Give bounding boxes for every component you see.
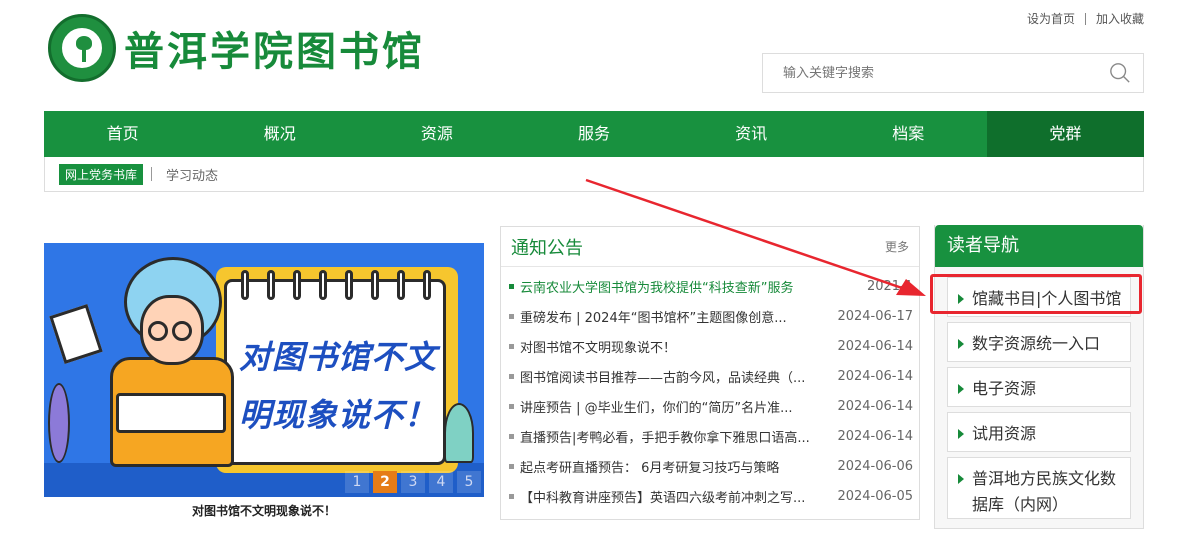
subnav-online-party-library[interactable]: 网上党务书库: [59, 163, 144, 185]
triangle-right-icon: [958, 339, 964, 349]
plant-illustration: [48, 383, 70, 463]
divider: [1084, 12, 1086, 25]
top-links: 设为首页 加入收藏: [1027, 10, 1144, 27]
notice-item[interactable]: 对图书馆不文明现象说不！ 2024-06-14: [501, 331, 919, 361]
site-logo[interactable]: 普洱学院图书馆: [48, 14, 425, 82]
paper-illustration: [49, 304, 103, 364]
bullet-icon: [509, 283, 514, 289]
bullet-icon: [509, 343, 514, 349]
slide-dot-2[interactable]: 2: [373, 471, 397, 493]
reader-nav-catalog[interactable]: 馆藏书目|个人图书馆: [947, 277, 1131, 317]
slide-dot-1[interactable]: 1: [345, 471, 369, 493]
bullet-icon: [509, 463, 514, 469]
notice-item[interactable]: 讲座预告 | @毕业生们，你们的“简历”名片准... 2024-06-14: [501, 391, 919, 421]
plant-illustration: [444, 403, 474, 463]
bullet-icon: [509, 493, 514, 499]
notice-item[interactable]: 【中科教育讲座预告】英语四六级考前冲刺之写... 2024-06-05: [501, 481, 919, 511]
reader-nav-e-resources[interactable]: 电子资源: [947, 367, 1131, 407]
nav-archives[interactable]: 档案: [830, 111, 987, 157]
reader-nav-ethnic-culture-db[interactable]: 普洱地方民族文化数据库（内网）: [947, 457, 1131, 519]
reader-nav-digital-resources[interactable]: 数字资源统一入口: [947, 322, 1131, 362]
banner-text-line1: 对图书馆不文: [238, 338, 437, 376]
sub-nav: 网上党务书库 学习动态: [44, 157, 1144, 192]
slide-dot-3[interactable]: 3: [401, 471, 425, 493]
search-icon[interactable]: [1109, 62, 1131, 84]
notice-item[interactable]: 图书馆阅读书目推荐——古韵今风，品读经典（... 2024-06-14: [501, 361, 919, 391]
triangle-right-icon: [958, 474, 964, 484]
triangle-right-icon: [958, 384, 964, 394]
calendar-illustration: 对图书馆不文 明现象说不！: [216, 267, 458, 473]
bullet-icon: [509, 313, 514, 319]
notices-title: 通知公告: [511, 237, 583, 259]
nav-services[interactable]: 服务: [515, 111, 672, 157]
search-box: [762, 53, 1144, 93]
notice-list: 云南农业大学图书馆为我校提供“科技查新”服务 2021-1 重磅发布 | 2024…: [501, 267, 919, 511]
banner-text-line2: 明现象说不！: [238, 396, 437, 434]
banner-caption[interactable]: 对图书馆不文明现象说不！: [44, 502, 484, 519]
bullet-icon: [509, 373, 514, 379]
nav-home[interactable]: 首页: [44, 111, 201, 157]
main-nav: 首页 概况 资源 服务 资讯 档案 党群: [44, 111, 1144, 157]
notice-item[interactable]: 直播预告|考鸭必看，手把手教你拿下雅思口语高... 2024-06-14: [501, 421, 919, 451]
book-illustration: [116, 393, 226, 433]
triangle-right-icon: [958, 429, 964, 439]
slide-dot-4[interactable]: 4: [429, 471, 453, 493]
nav-overview[interactable]: 概况: [201, 111, 358, 157]
reader-nav-trial-resources[interactable]: 试用资源: [947, 412, 1131, 452]
set-homepage-link[interactable]: 设为首页: [1027, 10, 1075, 27]
notice-item[interactable]: 起点考研直播预告： 6月考研复习技巧与策略 2024-06-06: [501, 451, 919, 481]
slide-dot-5[interactable]: 5: [457, 471, 481, 493]
university-seal-icon: [48, 14, 116, 82]
nav-party[interactable]: 党群: [986, 111, 1144, 157]
slide-pager: 1 2 3 4 5: [345, 471, 481, 493]
search-input[interactable]: [763, 54, 1083, 92]
triangle-right-icon: [958, 294, 964, 304]
bullet-icon: [509, 403, 514, 409]
notice-item[interactable]: 云南农业大学图书馆为我校提供“科技查新”服务 2021-1: [501, 271, 919, 301]
reader-nav-title: 读者导航: [935, 225, 1143, 267]
notice-item[interactable]: 重磅发布 | 2024年“图书馆杯”主题图像创意... 2024-06-17: [501, 301, 919, 331]
bullet-icon: [509, 433, 514, 439]
notices-more-link[interactable]: 更多: [885, 238, 909, 255]
divider: [151, 167, 153, 181]
notices-panel: 通知公告 更多 云南农业大学图书馆为我校提供“科技查新”服务 2021-1 重磅发…: [500, 226, 920, 520]
nav-news[interactable]: 资讯: [673, 111, 830, 157]
reader-nav-panel: 读者导航 馆藏书目|个人图书馆 数字资源统一入口 电子资源 试用资源 普洱地方民…: [934, 225, 1144, 529]
site-title: 普洱学院图书馆: [124, 28, 425, 75]
banner-slideshow[interactable]: 对图书馆不文 明现象说不！ 1 2 3 4 5: [44, 243, 484, 497]
nav-resources[interactable]: 资源: [358, 111, 515, 157]
add-favorite-link[interactable]: 加入收藏: [1096, 10, 1144, 27]
subnav-study-news[interactable]: 学习动态: [166, 165, 218, 184]
